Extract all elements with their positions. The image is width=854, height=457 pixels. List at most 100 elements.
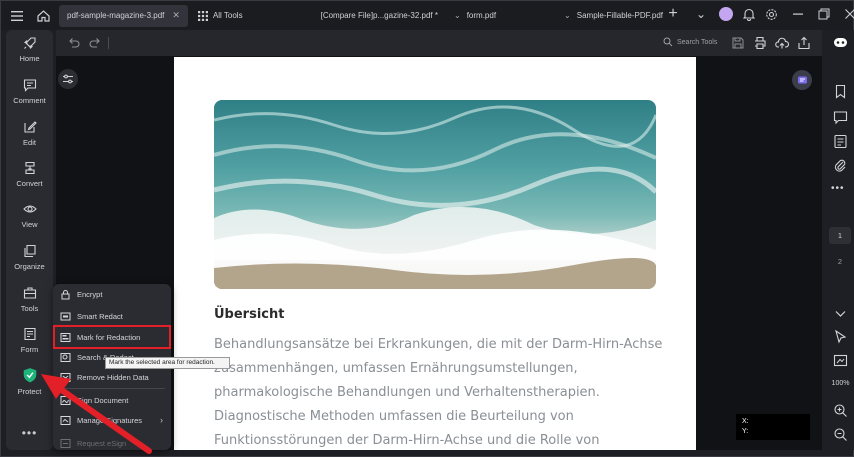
- tab-sample-fillable[interactable]: ⌄ Sample-Fillable-PDF.pdf: [556, 5, 671, 27]
- shield-icon: [23, 368, 36, 383]
- bell-icon[interactable]: [743, 8, 755, 21]
- tab-label: pdf-sample-magazine-3.pdf: [67, 11, 165, 20]
- body-text-line: Diagnostische Methoden umfassen die Beur…: [214, 409, 574, 424]
- gear-icon[interactable]: [765, 8, 778, 21]
- search-icon: [663, 37, 673, 47]
- sidebar-item-label: Home: [19, 54, 40, 63]
- sidebar-item-label: View: [21, 220, 38, 229]
- sidebar-item-home[interactable]: Home: [6, 36, 53, 63]
- ai-assistant-button[interactable]: [792, 70, 812, 90]
- sidebar-item-label: Edit: [23, 138, 36, 147]
- filter-button[interactable]: [58, 69, 78, 89]
- share-icon[interactable]: [797, 36, 811, 50]
- chevron-down-icon[interactable]: [833, 306, 848, 321]
- search-redact-icon: [59, 351, 71, 363]
- ai-chat-icon: [797, 76, 807, 83]
- sidebar-item-organize[interactable]: Organize: [6, 244, 53, 271]
- sidebar-item-label: Comment: [13, 96, 46, 105]
- menu-item-smart-redact[interactable]: Smart Redact: [53, 306, 171, 326]
- body-text-line: zusammenhängen, umfassen Ernährungsumste…: [214, 361, 578, 376]
- sidebar-item-view[interactable]: View: [6, 202, 53, 229]
- menu-item-encrypt[interactable]: Encrypt: [53, 284, 171, 304]
- cloud-upload-icon[interactable]: [775, 36, 789, 50]
- close-window-icon[interactable]: [844, 8, 854, 20]
- tab-label: [Compare File]p...gazine-32.pdf *: [320, 11, 438, 20]
- print-icon[interactable]: [753, 36, 767, 50]
- organize-icon: [23, 244, 36, 258]
- more-options-icon[interactable]: •••: [831, 183, 845, 194]
- menu-item-label: Manage Signatures: [77, 415, 143, 425]
- search-tools-label: Search Tools: [677, 38, 718, 46]
- sidebar-item-form[interactable]: Form: [6, 327, 53, 354]
- close-tab-icon[interactable]: ✕: [172, 10, 180, 21]
- home-icon[interactable]: [33, 6, 53, 26]
- lock-icon: [59, 288, 71, 300]
- bookmark-icon[interactable]: [833, 84, 848, 99]
- tab-label: form.pdf: [466, 11, 497, 20]
- convert-icon: [24, 161, 35, 175]
- tab-pdf-sample-magazine[interactable]: pdf-sample-magazine-3.pdf ✕: [59, 4, 188, 27]
- smart-redact-icon: [59, 310, 71, 322]
- signatures-icon: [59, 414, 71, 426]
- redo-icon[interactable]: [88, 36, 102, 50]
- page-thumb-2[interactable]: 2: [829, 253, 851, 270]
- save-icon[interactable]: [731, 36, 745, 50]
- toolbox-icon: [23, 287, 36, 299]
- restore-icon[interactable]: [818, 8, 830, 20]
- minimize-icon[interactable]: [792, 8, 804, 20]
- tab-form[interactable]: ⌄ form.pdf: [446, 5, 504, 27]
- search-tools-box[interactable]: Search Tools: [663, 37, 717, 47]
- avatar[interactable]: [719, 7, 733, 21]
- sidebar-item-label: Form: [20, 345, 39, 354]
- page-thumb-1[interactable]: 1: [829, 227, 851, 244]
- grid-icon: [197, 10, 208, 21]
- sidebar-item-label: Organize: [14, 262, 45, 271]
- menu-item-manage-signatures[interactable]: Manage Signatures ›: [53, 410, 171, 430]
- highlight-box: [53, 325, 171, 349]
- rocket-icon: [23, 37, 36, 49]
- screenshot-icon[interactable]: [833, 353, 848, 368]
- sidebar-item-protect[interactable]: Protect: [6, 367, 53, 396]
- x-coordinate-label: X:: [742, 418, 749, 425]
- menu-item-label: Encrypt: [77, 289, 103, 299]
- left-sidebar: Home Comment Edit Convert View Organize …: [6, 30, 53, 450]
- comment-icon[interactable]: [833, 110, 848, 125]
- sidebar-item-convert[interactable]: Convert: [6, 161, 53, 188]
- cursor-icon[interactable]: [833, 329, 848, 344]
- divider: [108, 37, 109, 49]
- app-window: pdf-sample-magazine-3.pdf ✕ All Tools [C…: [0, 0, 854, 457]
- secondary-toolbar: Search Tools: [56, 30, 822, 56]
- menu-item-label: Sign Document: [77, 395, 129, 405]
- sidebar-item-comment[interactable]: Comment: [6, 78, 53, 105]
- tab-all-tools[interactable]: All Tools: [190, 5, 251, 27]
- sidebar-item-label: Protect: [17, 387, 42, 396]
- thumbnails-icon[interactable]: [833, 134, 848, 149]
- ai-logo-icon[interactable]: [833, 35, 848, 50]
- window-controls: + ⌄: [665, 5, 854, 23]
- sign-icon: [59, 394, 71, 406]
- menu-item-remove-hidden-data[interactable]: Remove Hidden Data: [53, 367, 171, 387]
- menu-divider: [59, 388, 165, 389]
- zoom-level[interactable]: 100%: [827, 380, 854, 387]
- more-options-icon[interactable]: •••: [6, 426, 53, 440]
- body-text-line: Funktionsstörungen der Darm-Hirn-Achse u…: [214, 433, 600, 448]
- undo-icon[interactable]: [67, 36, 81, 50]
- menu-item-sign-document[interactable]: Sign Document: [53, 390, 171, 410]
- sidebar-item-tools[interactable]: Tools: [6, 286, 53, 313]
- menu-item-request-esign: Request eSign: [53, 433, 171, 453]
- menu-icon[interactable]: [7, 6, 27, 26]
- menu-item-label: Request eSign: [77, 438, 127, 448]
- add-tab-icon[interactable]: +: [665, 5, 681, 23]
- body-text-line: pharmakologische Behandlungen und Verhal…: [214, 385, 600, 400]
- pdf-page[interactable]: Übersicht Behandlungsansätze bei Erkrank…: [174, 57, 696, 450]
- zoom-in-icon[interactable]: [833, 403, 848, 418]
- sidebar-item-edit[interactable]: Edit: [6, 120, 53, 147]
- tab-compare-file[interactable]: [Compare File]p...gazine-32.pdf *: [313, 5, 446, 27]
- chevron-right-icon: ›: [160, 415, 163, 425]
- zoom-out-icon[interactable]: [833, 427, 848, 442]
- attachment-icon[interactable]: [833, 158, 848, 173]
- chevron-down-icon[interactable]: ⌄: [693, 7, 709, 21]
- y-coordinate-label: Y:: [742, 428, 749, 435]
- edit-icon: [23, 121, 37, 133]
- form-icon: [23, 327, 36, 341]
